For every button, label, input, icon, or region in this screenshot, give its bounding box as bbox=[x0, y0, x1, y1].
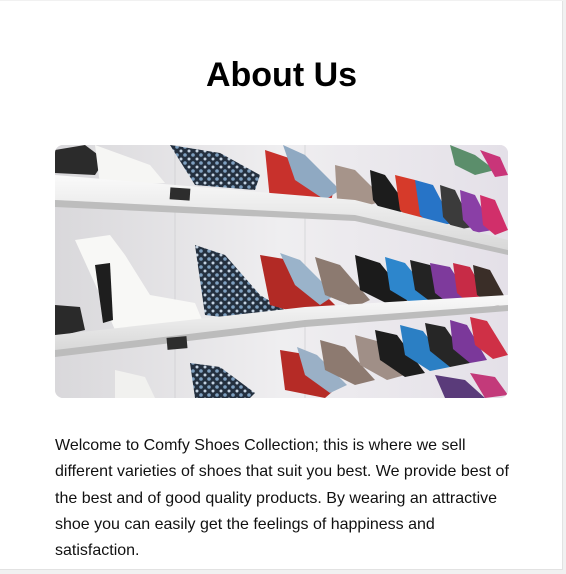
shoe-shelf-photo-icon bbox=[55, 145, 508, 398]
page-title: About Us bbox=[205, 56, 358, 94]
about-page: About Us Welcome to Comfy Shoes Collecti… bbox=[0, 1, 563, 570]
about-paragraph: Welcome to Comfy Shoes Collection; this … bbox=[55, 437, 509, 560]
hero-image bbox=[55, 145, 508, 398]
